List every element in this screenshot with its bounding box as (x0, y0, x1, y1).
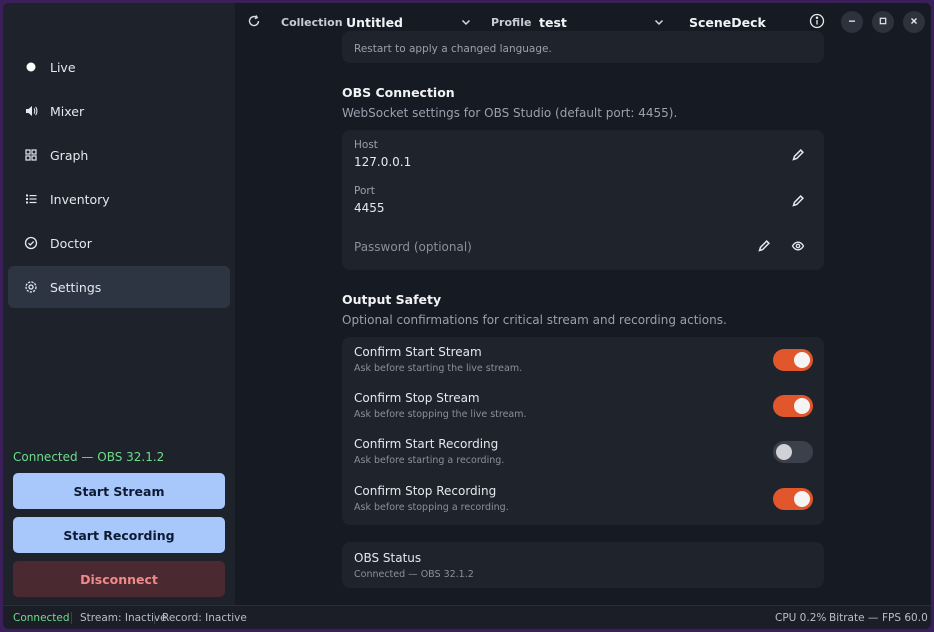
sidebar-item-inventory[interactable]: Inventory (8, 178, 230, 220)
language-card: Restart to apply a changed language. (342, 31, 824, 63)
pencil-icon (791, 147, 805, 166)
sidebar-item-label: Doctor (50, 235, 92, 251)
toggle-title: Confirm Stop Recording (354, 484, 497, 498)
start-stream-button[interactable]: Start Stream (13, 473, 225, 509)
collection-label: Collection (281, 15, 343, 29)
toggle-knob (794, 352, 810, 368)
toggle-title: Confirm Start Recording (354, 437, 499, 451)
obs-status-title: OBS Status (354, 551, 422, 565)
output-safety-subtitle: Optional confirmations for critical stre… (342, 313, 727, 327)
maximize-button[interactable] (872, 11, 894, 33)
output-safety-title: Output Safety (342, 292, 442, 307)
collection-value: Untitled (346, 14, 403, 30)
start-recording-button[interactable]: Start Recording (13, 517, 225, 553)
eye-icon (791, 238, 805, 257)
show-password-button[interactable] (789, 238, 807, 256)
profile-value: test (539, 14, 567, 30)
status-fps: FPS 60.0 (882, 612, 928, 624)
toggle-desc: Ask before stopping a recording. (354, 502, 509, 513)
status-cpu: CPU 0.2% (775, 612, 827, 624)
check-circle-icon (24, 236, 38, 250)
confirm-stop-stream-toggle[interactable] (773, 395, 813, 417)
edit-port-button[interactable] (789, 193, 807, 211)
sidebar: Live Mixer Graph Inventory Doctor Settin… (3, 3, 235, 605)
sidebar-item-label: Mixer (50, 103, 85, 119)
confirm-start-stream-toggle[interactable] (773, 349, 813, 371)
toggle-title: Confirm Stop Stream (354, 391, 480, 405)
chevron-down-icon (653, 16, 665, 31)
status-bitrate: Bitrate — (829, 612, 879, 624)
obs-connection-subtitle: WebSocket settings for OBS Studio (defau… (342, 106, 678, 120)
status-record: Record: Inactive (162, 612, 247, 624)
obs-status-card: OBS Status Connected — OBS 32.1.2 (342, 542, 824, 588)
chevron-down-icon (460, 16, 472, 31)
obs-connection-title: OBS Connection (342, 85, 455, 100)
sidebar-item-label: Inventory (50, 191, 110, 207)
sidebar-item-label: Settings (50, 279, 102, 295)
sidebar-item-graph[interactable]: Graph (8, 134, 230, 176)
minimize-button[interactable] (841, 11, 863, 33)
status-bar: Connected Stream: Inactive Record: Inact… (3, 605, 931, 629)
sidebar-item-label: Graph (50, 147, 89, 163)
sidebar-item-live[interactable]: Live (8, 46, 230, 88)
confirm-start-recording-toggle[interactable] (773, 441, 813, 463)
refresh-icon (247, 14, 261, 31)
dot-icon (24, 60, 38, 74)
sidebar-item-settings[interactable]: Settings (8, 266, 230, 308)
host-label: Host (354, 139, 378, 151)
toggle-knob (794, 398, 810, 414)
toggle-desc: Ask before stopping the live stream. (354, 409, 527, 420)
minimize-icon (847, 15, 857, 29)
confirm-stop-recording-toggle[interactable] (773, 488, 813, 510)
app-window: Live Mixer Graph Inventory Doctor Settin… (3, 3, 931, 629)
gear-icon (24, 280, 38, 294)
info-icon (809, 13, 825, 32)
port-field[interactable]: 4455 (354, 201, 385, 215)
edit-password-button[interactable] (755, 238, 773, 256)
disconnect-button[interactable]: Disconnect (13, 561, 225, 597)
settings-content[interactable]: Restart to apply a changed language. OBS… (235, 31, 931, 605)
speaker-icon (24, 104, 38, 118)
toggle-title: Confirm Start Stream (354, 345, 482, 359)
connection-status-text: Connected — OBS 32.1.2 (13, 450, 165, 464)
sidebar-item-doctor[interactable]: Doctor (8, 222, 230, 264)
close-icon (909, 15, 919, 29)
toggle-knob (794, 491, 810, 507)
sidebar-item-mixer[interactable]: Mixer (8, 90, 230, 132)
language-restart-note: Restart to apply a changed language. (354, 43, 552, 55)
pencil-icon (757, 238, 771, 257)
password-field[interactable]: Password (optional) (354, 240, 472, 254)
status-connected: Connected (13, 612, 70, 624)
obs-connection-card: Host 127.0.0.1 Port 4455 Password (optio… (342, 130, 824, 270)
grid-icon (24, 148, 38, 162)
list-icon (24, 192, 38, 206)
sidebar-item-label: Live (50, 59, 76, 75)
toggle-desc: Ask before starting the live stream. (354, 363, 523, 374)
status-divider (154, 612, 155, 624)
port-label: Port (354, 185, 375, 197)
status-divider (71, 612, 72, 624)
refresh-button[interactable] (247, 3, 261, 41)
toggle-knob (776, 444, 792, 460)
obs-status-value: Connected — OBS 32.1.2 (354, 569, 474, 580)
maximize-icon (878, 15, 888, 29)
pencil-icon (791, 193, 805, 212)
close-button[interactable] (903, 11, 925, 33)
host-field[interactable]: 127.0.0.1 (354, 155, 411, 169)
edit-host-button[interactable] (789, 147, 807, 165)
output-safety-card: Confirm Start Stream Ask before starting… (342, 337, 824, 525)
toggle-desc: Ask before starting a recording. (354, 455, 505, 466)
